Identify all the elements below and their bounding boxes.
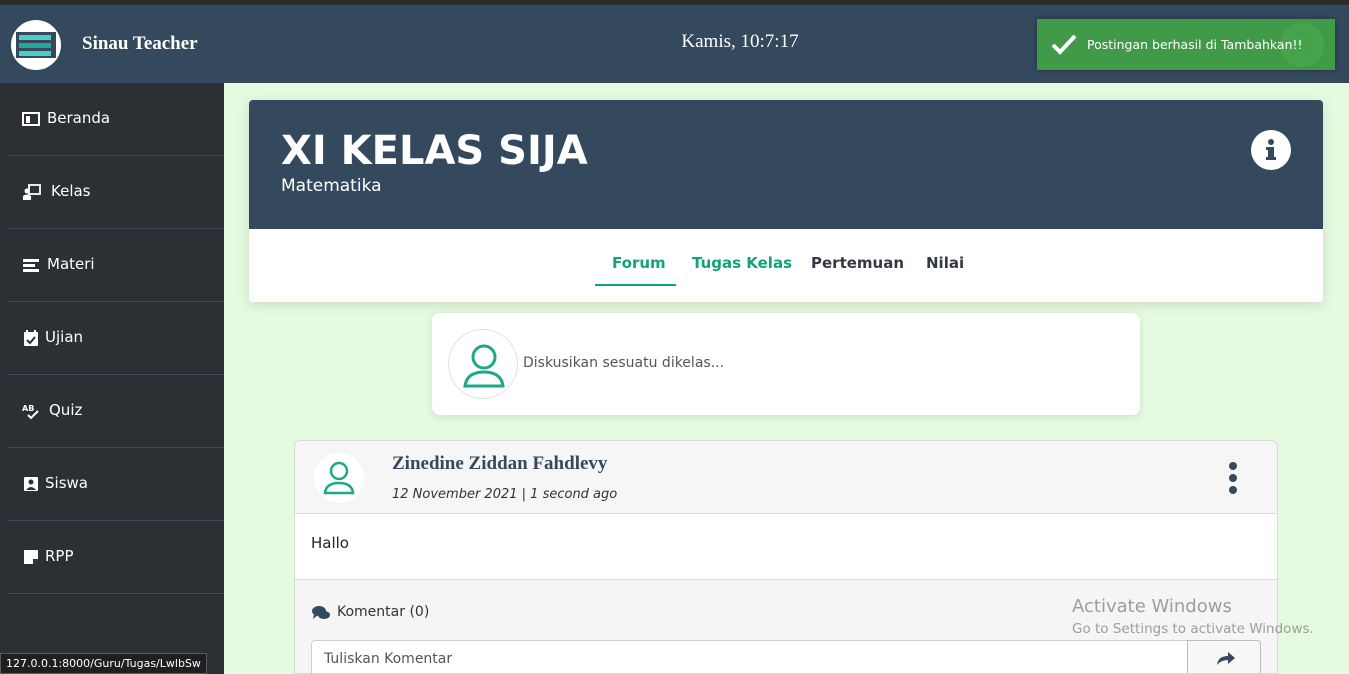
avatar: [314, 453, 364, 503]
post-date: 12 November 2021 | 1 second ago: [392, 487, 618, 502]
sidebar: Beranda Kelas Materi Ujian AB Quiz Siswa…: [0, 83, 224, 674]
app-title: Sinau Teacher: [82, 33, 198, 54]
dashboard-icon: [22, 112, 40, 126]
send-comment-button[interactable]: [1187, 640, 1261, 673]
info-icon: [1266, 139, 1276, 160]
post-body: Hallo: [311, 534, 349, 552]
sidebar-item-label: Siswa: [45, 474, 88, 492]
tab-forum[interactable]: Forum: [612, 254, 666, 272]
activation-watermark-subtitle: Go to Settings to activate Windows.: [1072, 621, 1314, 637]
sidebar-item-kelas[interactable]: Kelas: [7, 156, 224, 229]
more-vertical-icon[interactable]: [1220, 461, 1246, 495]
user-icon: [463, 344, 505, 388]
comments-icon: [312, 606, 330, 619]
sidebar-item-siswa[interactable]: Siswa: [7, 448, 224, 521]
sidebar-item-label: Ujian: [45, 328, 84, 346]
tab-nilai[interactable]: Nilai: [926, 254, 964, 272]
clock-display: Kamis, 10:7:17: [681, 31, 799, 52]
class-subject: Matematika: [281, 176, 382, 196]
toast-message: Postingan berhasil di Tambahkan!!: [1087, 37, 1303, 52]
compose-post-box[interactable]: Diskusikan sesuatu dikelas...: [432, 313, 1140, 415]
comment-input[interactable]: Tuliskan Komentar: [311, 640, 1189, 673]
compose-input[interactable]: Diskusikan sesuatu dikelas...: [523, 355, 724, 371]
sidebar-item-label: Materi: [47, 255, 95, 273]
stack-icon: [23, 259, 39, 272]
tab-tugas-kelas[interactable]: Tugas Kelas: [692, 254, 792, 272]
sidebar-item-beranda[interactable]: Beranda: [7, 83, 224, 156]
chalkboard-teacher-icon: [23, 184, 41, 200]
spell-check-icon: AB: [22, 404, 39, 420]
comments-count-label[interactable]: Komentar (0): [337, 604, 429, 620]
sidebar-item-label: Quiz: [49, 401, 83, 419]
share-arrow-icon: [1217, 652, 1235, 665]
class-banner: XI KELAS SIJA Matematika: [249, 100, 1323, 229]
sidebar-item-rpp[interactable]: RPP: [7, 521, 224, 594]
app-logo[interactable]: [11, 20, 61, 70]
student-icon: [24, 477, 38, 491]
sidebar-item-label: Beranda: [47, 109, 111, 127]
post-header: Zinedine Ziddan Fahdlevy 12 November 202…: [295, 441, 1277, 514]
sidebar-item-quiz[interactable]: AB Quiz: [7, 375, 224, 448]
status-bar-url: 127.0.0.1:8000/Guru/Tugas/LwlbSw: [0, 653, 207, 674]
tab-pertemuan[interactable]: Pertemuan: [811, 254, 904, 272]
svg-text:AB: AB: [22, 404, 34, 413]
check-icon: [1051, 34, 1077, 55]
note-icon: [24, 550, 38, 564]
class-title: XI KELAS SIJA: [281, 128, 588, 174]
sidebar-item-materi[interactable]: Materi: [7, 229, 224, 302]
success-toast[interactable]: Postingan berhasil di Tambahkan!!: [1037, 19, 1335, 70]
info-button[interactable]: [1251, 130, 1291, 170]
post-author: Zinedine Ziddan Fahdlevy: [392, 453, 608, 474]
avatar: [448, 329, 518, 399]
user-icon: [323, 461, 355, 495]
sidebar-item-ujian[interactable]: Ujian: [7, 302, 224, 375]
class-card: XI KELAS SIJA Matematika Forum Tugas Kel…: [249, 100, 1323, 302]
activation-watermark-title: Activate Windows: [1072, 596, 1232, 617]
sidebar-item-label: Kelas: [51, 182, 91, 200]
active-tab-indicator: [595, 284, 676, 286]
calendar-check-icon: [24, 330, 38, 346]
forum-post: Zinedine Ziddan Fahdlevy 12 November 202…: [294, 440, 1278, 674]
sidebar-item-label: RPP: [45, 547, 74, 565]
